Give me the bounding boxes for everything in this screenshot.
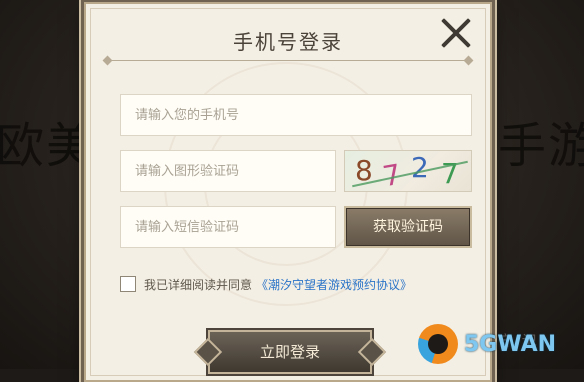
dialog-title: 手机号登录 [233, 30, 343, 54]
background-text-right: 手游 [497, 118, 584, 174]
title-divider [108, 60, 468, 61]
captcha-image[interactable]: 8 7 2 7 [344, 150, 472, 192]
logo-icon [418, 324, 458, 364]
site-logo: 5GWAN [418, 322, 584, 366]
close-icon[interactable] [440, 16, 472, 48]
agree-checkbox[interactable] [120, 276, 136, 292]
agreement-row: 我已详细阅读并同意 《潮汐守望者游戏预约协议》 [120, 274, 412, 294]
sms-code-input[interactable] [120, 206, 336, 248]
captcha-input[interactable] [120, 150, 336, 192]
get-sms-code-button[interactable]: 获取验证码 [344, 206, 472, 248]
captcha-char: 2 [411, 151, 429, 184]
login-submit-button[interactable]: 立即登录 [208, 330, 372, 374]
background-text-left: 欧美 [0, 118, 97, 174]
agreement-link[interactable]: 《潮汐守望者游戏预约协议》 [256, 276, 412, 293]
logo-text: 5GWAN [464, 331, 557, 357]
agree-text: 我已详细阅读并同意 [144, 277, 253, 292]
phone-input[interactable] [120, 94, 472, 136]
captcha-char: 7 [441, 157, 459, 190]
